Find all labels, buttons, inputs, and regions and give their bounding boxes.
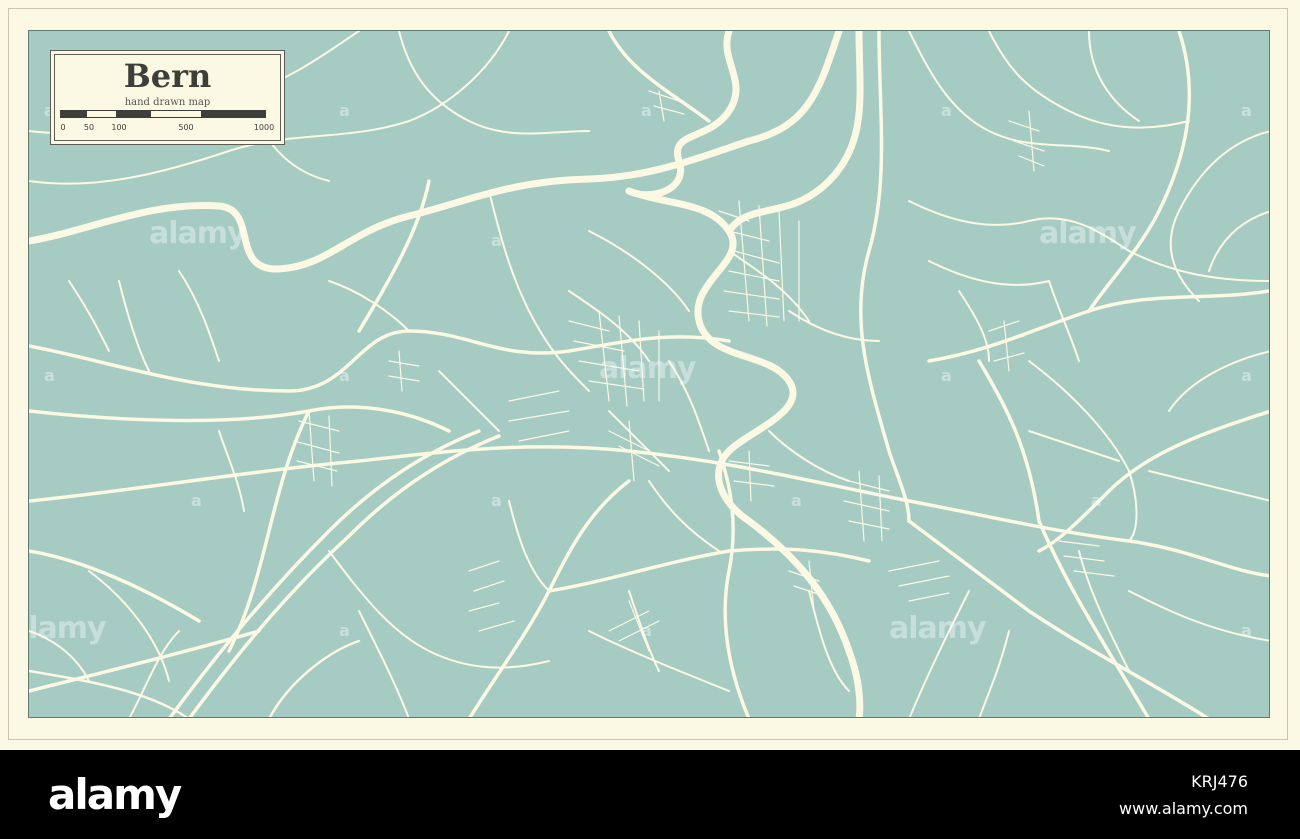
scale-segment xyxy=(117,110,150,118)
poster-frame: alamy alamy alamy alamy alamy a a a a a … xyxy=(0,0,1300,750)
watermark: alamy xyxy=(599,351,697,386)
scale-segment xyxy=(150,110,202,118)
map-subtitle: hand drawn map xyxy=(124,97,211,108)
site-url: www.alamy.com xyxy=(1119,799,1248,818)
watermark-letter: a xyxy=(491,491,502,510)
scale-label: 1000 xyxy=(253,123,275,132)
map-title: Bern xyxy=(123,57,212,95)
map-title-box: Bern hand drawn map 0 50 100 500 1000 xyxy=(50,50,285,145)
watermark: alamy xyxy=(149,216,247,251)
watermark-letter: a xyxy=(641,621,652,640)
watermark: alamy xyxy=(889,611,987,646)
scale-bar xyxy=(60,110,266,118)
watermark: alamy xyxy=(1039,216,1137,251)
watermark-letter: a xyxy=(941,101,952,120)
scale-label: 100 xyxy=(111,123,127,132)
watermark-letter: a xyxy=(1241,366,1252,385)
watermark-letter: a xyxy=(339,366,350,385)
scale-label: 0 xyxy=(60,123,66,132)
scale-label: 50 xyxy=(83,123,95,132)
image-id: KRJ476 xyxy=(1191,772,1248,791)
watermark-letter: a xyxy=(1241,621,1252,640)
scale-segment xyxy=(60,110,86,118)
watermark-letter: a xyxy=(339,101,350,120)
watermark-letter: a xyxy=(44,366,55,385)
watermark-letter: a xyxy=(191,491,202,510)
scale-segment xyxy=(86,110,117,118)
scale-label: 500 xyxy=(178,123,194,132)
street-grid xyxy=(293,90,1115,652)
alamy-logo: alamy xyxy=(48,770,182,819)
watermark-letter: a xyxy=(941,366,952,385)
watermark-letter: a xyxy=(1091,491,1102,510)
watermark-letter: a xyxy=(491,231,502,250)
map-border-road xyxy=(29,639,361,717)
watermark: alamy xyxy=(28,611,107,646)
stock-footer: alamy KRJ476 www.alamy.com xyxy=(0,750,1300,839)
watermark-letter: a xyxy=(1241,101,1252,120)
watermark-letter: a xyxy=(641,101,652,120)
watermark-letter: a xyxy=(339,621,350,640)
scale-segment xyxy=(202,110,266,118)
watermark-letter: a xyxy=(791,491,802,510)
